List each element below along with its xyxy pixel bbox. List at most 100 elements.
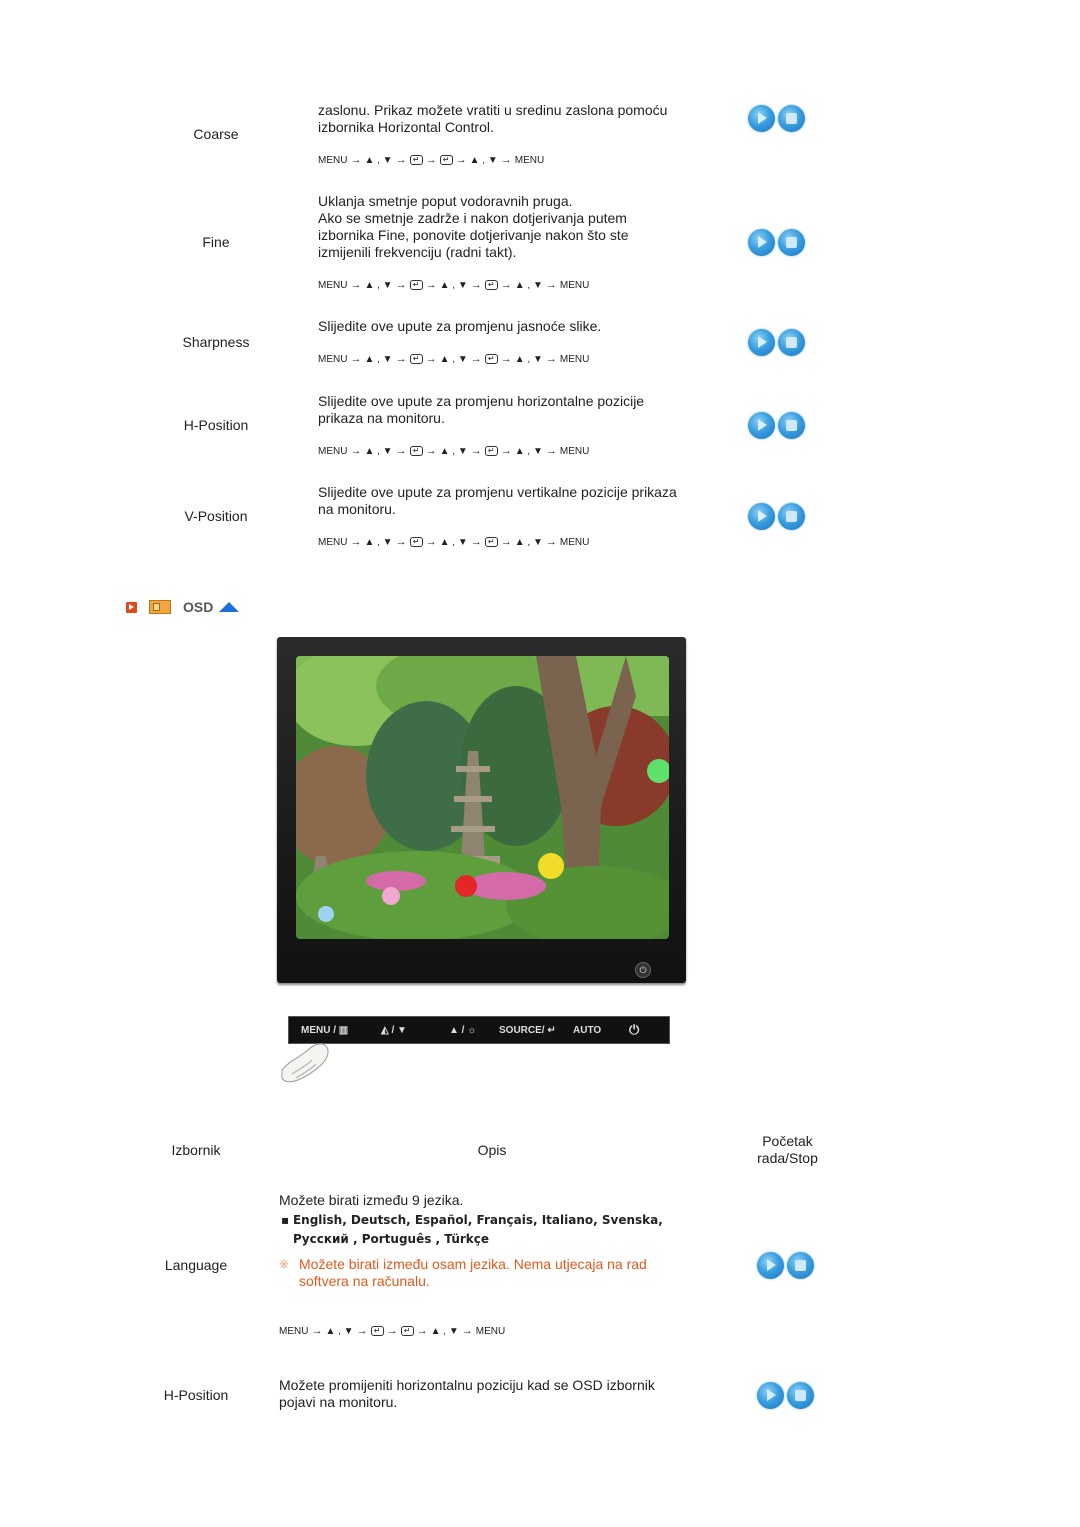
play-button[interactable]: [748, 229, 775, 256]
play-icon: [758, 112, 767, 124]
arrow-right-icon: →: [470, 279, 482, 291]
arrow-right-icon: →: [425, 154, 437, 166]
stop-icon: [795, 1260, 806, 1271]
play-icon: [767, 1259, 776, 1271]
key-sequence: MENU → ▲ , ▼ → ↵ → ↵ → ▲ , ▼ → MENU: [279, 1325, 505, 1337]
arrow-right-icon: →: [545, 445, 557, 457]
play-button[interactable]: [748, 105, 775, 132]
play-button[interactable]: [748, 412, 775, 439]
arrow-right-icon: →: [500, 353, 512, 365]
run-stop-buttons: [748, 229, 805, 256]
monitor-illustration: ⏻: [277, 637, 686, 983]
key-sequence: MENU → ▲ , ▼ → ↵ → ↵ → ▲ , ▼ → MENU: [318, 154, 544, 166]
desc-line: pojavi na monitoru.: [279, 1394, 398, 1410]
up-down-keys-label: ▲ , ▼: [364, 353, 393, 365]
play-icon: [758, 419, 767, 431]
arrow-right-icon: →: [350, 279, 362, 291]
column-header-menu: Izbornik: [171, 1142, 221, 1158]
menu-key-label: MENU: [559, 353, 590, 365]
source-enter-button[interactable]: SOURCE/ ↵: [499, 1025, 569, 1036]
stop-icon: [786, 113, 797, 124]
auto-button[interactable]: AUTO: [573, 1025, 623, 1036]
stop-button[interactable]: [787, 1382, 814, 1409]
arrow-right-icon: →: [470, 536, 482, 548]
menu-key-label: MENU: [318, 445, 348, 457]
scroll-up-icon[interactable]: [219, 602, 240, 612]
stop-icon: [786, 337, 797, 348]
run-stop-buttons: [748, 105, 805, 132]
menu-key-label: MENU: [318, 536, 348, 548]
arrow-right-icon: →: [350, 154, 362, 166]
enter-key-icon: ↵: [409, 537, 423, 547]
up-down-keys-label: ▲ , ▼: [439, 536, 468, 548]
menu-button[interactable]: MENU / ▥: [301, 1025, 367, 1036]
menu-label-v-position: V-Position: [184, 508, 248, 524]
play-button[interactable]: [748, 329, 775, 356]
osd-title: OSD: [183, 599, 214, 615]
enter-key-icon: ↵: [484, 446, 498, 456]
arrow-right-icon: →: [350, 353, 362, 365]
menu-label-osd-h-position: H-Position: [163, 1387, 229, 1403]
run-stop-buttons: [757, 1382, 814, 1409]
monitor-screen-image: [296, 656, 669, 939]
key-sequence: MENU → ▲ , ▼ → ↵ → ▲ , ▼ → ↵ → ▲ , ▼ → MENU: [318, 536, 589, 548]
play-button[interactable]: [748, 503, 775, 530]
menu-key-label: MENU: [475, 1325, 506, 1337]
arrow-right-icon: →: [500, 536, 512, 548]
key-sequence: MENU → ▲ , ▼ → ↵ → ▲ , ▼ → ↵ → ▲ , ▼ → MENU: [318, 353, 589, 365]
desc-osd-h-position: Možete promijeniti horizontalnu poziciju…: [279, 1377, 719, 1411]
up-down-keys-label: ▲ , ▼: [469, 154, 498, 166]
menu-label-sharpness: Sharpness: [182, 334, 250, 350]
arrow-right-icon: →: [455, 154, 467, 166]
stop-button[interactable]: [778, 105, 805, 132]
languages-text: English, Deutsch, Español, Français, Ita…: [292, 1213, 663, 1227]
osd-section-heading: OSD: [126, 599, 240, 615]
menu-key-label: MENU: [318, 279, 348, 291]
menu-key-label: MENU: [559, 536, 590, 548]
power-button[interactable]: ⏻: [629, 1022, 639, 1038]
header-line: rada/Stop: [757, 1150, 818, 1166]
stop-button[interactable]: [778, 329, 805, 356]
arrow-right-icon: →: [470, 445, 482, 457]
run-stop-buttons: [748, 412, 805, 439]
stop-button[interactable]: [787, 1252, 814, 1279]
menu-key-label: MENU: [559, 445, 590, 457]
menu-label-fine: Fine: [202, 234, 230, 250]
header-line: Početak: [762, 1133, 813, 1149]
enter-key-icon: ↵: [484, 280, 498, 290]
up-down-keys-label: ▲ , ▼: [439, 353, 468, 365]
arrow-right-icon: →: [356, 1325, 368, 1337]
enter-key-icon: ↵: [409, 354, 423, 364]
stop-button[interactable]: [778, 412, 805, 439]
play-button[interactable]: [757, 1252, 784, 1279]
arrow-right-icon: →: [395, 154, 407, 166]
desc-line: izmijenili frekvenciju (radni takt).: [318, 244, 517, 260]
desc-line: Slijedite ove upute za promjenu horizont…: [318, 393, 645, 409]
arrow-right-icon: →: [395, 536, 407, 548]
brightness-down-button[interactable]: ◭ / ▼: [381, 1025, 429, 1036]
enter-key-icon: ↵: [484, 354, 498, 364]
stop-icon: [786, 511, 797, 522]
up-brightness-button[interactable]: ▲ / ☼: [449, 1025, 489, 1036]
note-symbol-icon: ※: [279, 1257, 290, 1271]
arrow-right-icon: →: [425, 279, 437, 291]
stop-button[interactable]: [778, 229, 805, 256]
up-down-keys-label: ▲ , ▼: [514, 445, 543, 457]
note-line: Možete birati između osam jezika. Nema u…: [299, 1256, 647, 1272]
run-stop-buttons: [748, 329, 805, 356]
arrow-right-icon: →: [350, 445, 362, 457]
power-icon[interactable]: ⏻: [635, 962, 651, 978]
up-down-keys-label: ▲ , ▼: [364, 279, 393, 291]
desc-sharpness: Slijedite ove upute za promjenu jasnoće …: [318, 318, 718, 335]
play-button[interactable]: [757, 1382, 784, 1409]
stop-button[interactable]: [778, 503, 805, 530]
note-line: softvera na računalu.: [299, 1273, 430, 1289]
up-down-keys-label: ▲ , ▼: [514, 536, 543, 548]
enter-key-icon: ↵: [484, 537, 498, 547]
arrow-right-icon: →: [395, 279, 407, 291]
desc-fine: Uklanja smetnje poput vodoravnih pruga. …: [318, 193, 718, 261]
menu-key-label: MENU: [559, 279, 590, 291]
desc-line: zaslonu. Prikaz možete vratiti u sredinu…: [318, 102, 668, 118]
up-down-keys-label: ▲ , ▼: [364, 536, 393, 548]
desc-line: Možete promijeniti horizontalnu poziciju…: [279, 1377, 655, 1393]
